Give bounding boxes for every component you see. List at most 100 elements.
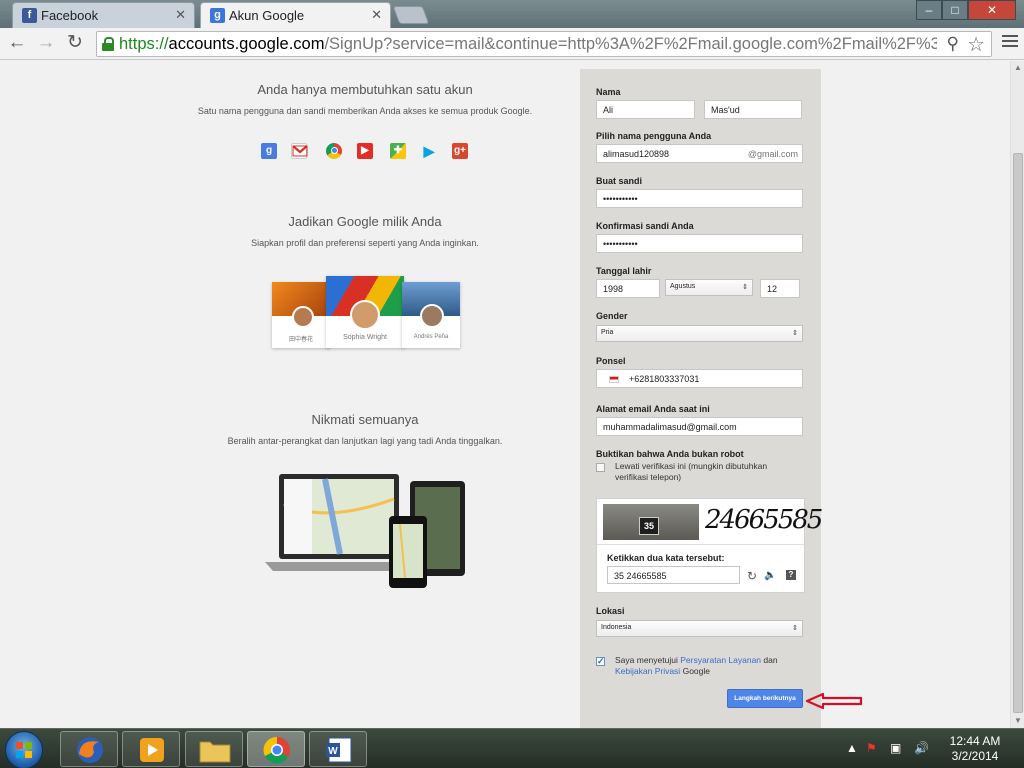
scroll-down-icon[interactable]: ▼ [1014, 716, 1022, 725]
url-path: /SignUp?service=mail&continue=http%3A%2F… [324, 35, 937, 53]
captcha-answer-input[interactable]: 35 24665585 [607, 566, 740, 584]
terms-of-service-link[interactable]: Persyaratan Layanan [680, 655, 761, 665]
annotation-arrow-icon [805, 693, 863, 709]
new-tab-button[interactable] [392, 6, 430, 24]
svg-text:W: W [328, 746, 338, 757]
skip-verification-checkbox[interactable] [596, 463, 605, 472]
avatar [350, 300, 380, 330]
birthday-label: Tanggal lahir [596, 266, 652, 276]
privacy-policy-link[interactable]: Kebijakan Privasi [615, 666, 680, 676]
close-icon[interactable]: ✕ [175, 7, 186, 23]
audio-captcha-icon[interactable]: 🔈 [764, 570, 776, 581]
indonesia-flag-icon[interactable] [609, 376, 619, 383]
word-icon: W [326, 737, 352, 763]
browser-toolbar: ← → ↻ https://accounts.google.com/SignUp… [0, 28, 1024, 60]
menu-icon[interactable] [1002, 35, 1018, 51]
skip-verification-label: Lewati verifikasi ini (mungkin dibutuhka… [615, 461, 768, 482]
facebook-icon: f [22, 8, 37, 23]
address-bar[interactable]: https://accounts.google.com/SignUp?servi… [96, 31, 992, 57]
first-name-input[interactable]: Ali [596, 100, 695, 119]
phone-label: Ponsel [596, 356, 626, 366]
phone-input[interactable]: +6281803337031 [596, 369, 803, 388]
location-value: Indonesia [601, 624, 632, 631]
media-player-icon [140, 738, 164, 762]
reload-button[interactable]: ↻ [63, 32, 87, 56]
password-label: Buat sandi [596, 176, 643, 186]
section-heading: Anda hanya membutuhkan satu akun [257, 82, 473, 97]
network-icon[interactable]: ▣ [890, 741, 901, 755]
terms-checkbox[interactable] [596, 656, 605, 667]
google-plus-icon: g+ [452, 143, 468, 159]
location-select[interactable]: Indonesia ⇕ [596, 620, 803, 637]
forward-button[interactable]: → [34, 32, 58, 56]
agree-and: dan [763, 655, 778, 665]
confirm-password-label: Konfirmasi sandi Anda [596, 221, 694, 231]
tab-label: Facebook [41, 8, 99, 23]
help-icon[interactable]: ? [786, 570, 796, 580]
chrome-icon [326, 143, 342, 159]
show-hidden-icons[interactable]: ▲ [846, 741, 858, 755]
devices-illustration [265, 474, 465, 589]
page-scrollbar[interactable]: ▲ ▼ [1010, 61, 1024, 728]
birth-month-select[interactable]: Agustus ⇕ [665, 279, 753, 296]
section-text: Siapkan profil dan preferensi seperti ya… [251, 238, 479, 248]
name-label: Nama [596, 87, 621, 97]
lock-icon [102, 37, 114, 51]
bookmark-star-icon[interactable]: ☆ [967, 32, 985, 57]
system-clock[interactable]: 12:44 AM 3/2/2014 [940, 734, 1010, 764]
firefox-icon [77, 737, 103, 763]
gmail-suffix: @gmail.com [747, 149, 798, 159]
url-text[interactable]: https://accounts.google.com/SignUp?servi… [119, 35, 937, 54]
start-button[interactable] [5, 731, 43, 768]
section-one-account: Anda hanya membutuhkan satu akun Satu na… [130, 82, 600, 116]
captcha-image-photo: 35 [603, 504, 699, 540]
captcha-number-sign: 35 [639, 517, 659, 535]
minimize-button[interactable]: – [916, 0, 942, 20]
youtube-icon: ▶ [357, 143, 373, 159]
google-icon: g [210, 8, 225, 23]
refresh-captcha-icon[interactable]: ↻ [747, 569, 757, 583]
search-icon[interactable]: ⚲ [947, 34, 959, 54]
confirm-password-input[interactable]: ••••••••••• [596, 234, 803, 253]
birth-year-input[interactable]: 1998 [596, 279, 660, 298]
taskbar-chrome[interactable] [247, 731, 305, 767]
birth-day-input[interactable]: 12 [760, 279, 800, 298]
password-input[interactable]: ••••••••••• [596, 189, 803, 208]
scroll-up-icon[interactable]: ▲ [1014, 63, 1022, 72]
agree-suffix: Google [682, 666, 710, 676]
windows-logo-icon [16, 742, 32, 758]
google-search-icon: g [261, 143, 277, 159]
volume-icon[interactable]: 🔊 [914, 741, 929, 755]
current-email-input[interactable]: muhammadalimasud@gmail.com [596, 417, 803, 436]
gender-select[interactable]: Pria ⇕ [596, 325, 803, 342]
tab-facebook[interactable]: f Facebook ✕ [12, 2, 195, 28]
page-content: Anda hanya membutuhkan satu akun Satu na… [0, 61, 1010, 728]
section-heading: Nikmati semuanya [311, 412, 419, 427]
username-input[interactable]: alimasud120898 @gmail.com [596, 144, 803, 163]
screen: f Facebook ✕ g Akun Google ✕ – □ ✕ ← → ↻… [0, 0, 1024, 768]
select-arrows-icon: ⇕ [792, 330, 798, 337]
taskbar-explorer[interactable] [185, 731, 243, 767]
captcha-section-label: Buktikan bahwa Anda bukan robot [596, 449, 744, 459]
close-window-button[interactable]: ✕ [968, 0, 1016, 20]
next-step-button[interactable]: Langkah berikutnya [727, 689, 803, 708]
section-heading: Jadikan Google milik Anda [288, 214, 442, 229]
taskbar-media-player[interactable] [122, 731, 180, 767]
action-center-icon[interactable]: ⚑ [866, 741, 877, 755]
tab-akun-google[interactable]: g Akun Google ✕ [200, 2, 391, 28]
close-icon[interactable]: ✕ [371, 7, 382, 23]
tab-label: Akun Google [229, 8, 305, 23]
captcha-prompt: Ketikkan dua kata tersebut: [607, 553, 725, 563]
play-icon: ▶ [423, 143, 435, 159]
back-button[interactable]: ← [5, 32, 29, 56]
profile-card: 田中春花 [272, 282, 330, 348]
username-value: alimasud120898 [603, 149, 670, 159]
profile-card: Sophia Wright [326, 276, 404, 348]
taskbar-word[interactable]: W [309, 731, 367, 767]
scroll-thumb[interactable] [1013, 153, 1023, 713]
maps-icon: ✚ [390, 143, 406, 159]
maximize-button[interactable]: □ [942, 0, 968, 20]
taskbar-firefox[interactable] [60, 731, 118, 767]
last-name-input[interactable]: Mas'ud [704, 100, 802, 119]
birth-month-value: Agustus [670, 283, 696, 290]
